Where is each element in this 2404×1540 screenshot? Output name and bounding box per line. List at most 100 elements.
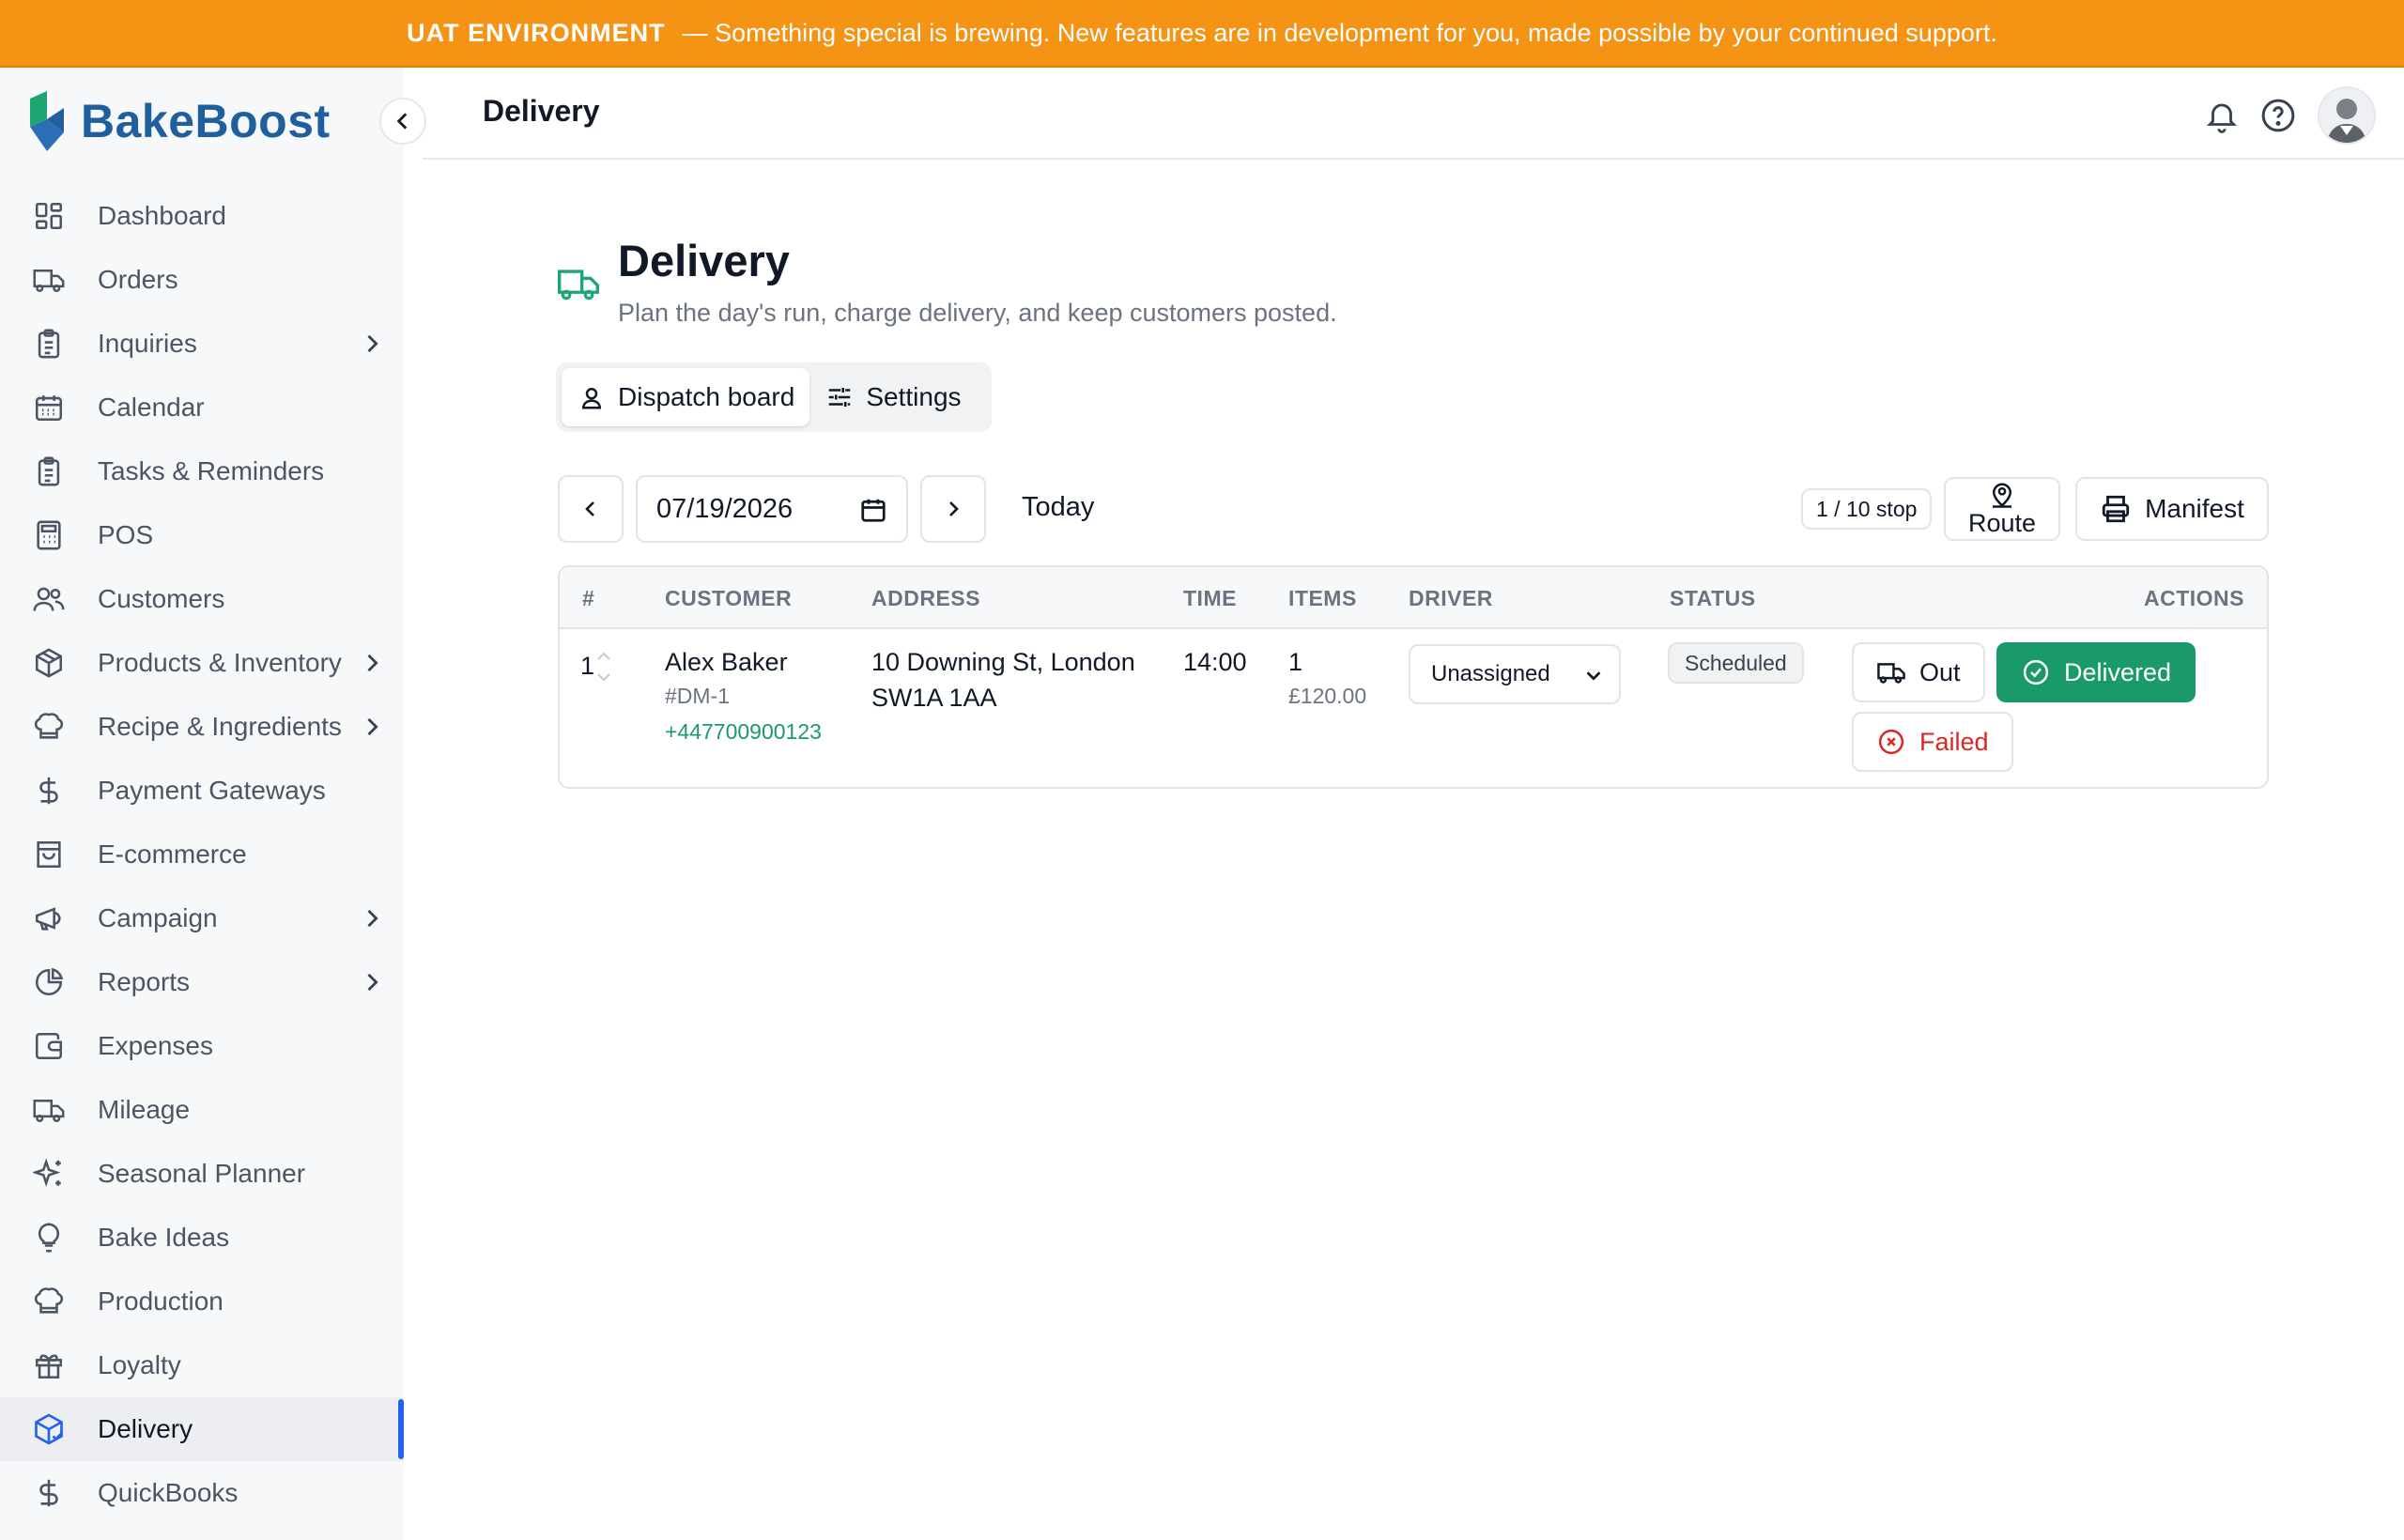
previous-day-button[interactable] (558, 475, 624, 543)
sidebar-item-label: Tasks & Reminders (98, 456, 325, 485)
sidebar-item-expenses[interactable]: Expenses (0, 1014, 404, 1078)
sidebar-item-calendar[interactable]: Calendar (0, 376, 404, 439)
user-avatar-icon (2319, 88, 2374, 143)
delivered-label: Delivered (2064, 657, 2172, 686)
driver-select[interactable]: Unassigned (1409, 644, 1621, 704)
sidebar-item-bake-ideas[interactable]: Bake Ideas (0, 1206, 404, 1270)
sidebar-item-e-commerce[interactable]: E-commerce (0, 823, 404, 886)
column-header-status[interactable]: STATUS (1670, 586, 1756, 611)
column-header-address[interactable]: ADDRESS (871, 586, 980, 611)
sidebar-item-delivery[interactable]: Delivery (0, 1397, 404, 1461)
route-button[interactable]: Route (1944, 477, 2060, 541)
sidebar-item-label: Production (98, 1286, 223, 1316)
sidebar-item-production[interactable]: Production (0, 1270, 404, 1333)
calendar-icon[interactable] (859, 496, 887, 524)
user-avatar[interactable] (2318, 86, 2376, 145)
header-title: Delivery (483, 94, 600, 128)
bakeboost-logo-icon (30, 91, 64, 151)
sidebar-item-inquiries[interactable]: Inquiries (0, 312, 404, 376)
printer-icon (2102, 495, 2130, 523)
gift-icon (30, 1347, 68, 1384)
sidebar-item-label: Recipe & Ingredients (98, 712, 342, 741)
sidebar-item-label: Products & Inventory (98, 648, 342, 677)
clipboard-icon (30, 325, 68, 362)
chevron-left-icon (585, 501, 594, 516)
chef-hat-icon (30, 1283, 68, 1320)
sidebar-item-products-inventory[interactable]: Products & Inventory (0, 631, 404, 695)
sidebar-item-reports[interactable]: Reports (0, 950, 404, 1014)
column-header-actions: ACTIONS (2144, 586, 2244, 610)
x-circle-icon (1876, 727, 1906, 757)
bell-icon[interactable] (2201, 95, 2242, 136)
sidebar-item-quickbooks[interactable]: QuickBooks (0, 1461, 404, 1525)
today-button[interactable]: Today (1022, 492, 1094, 523)
sidebar-item-pos[interactable]: POS (0, 503, 404, 567)
view-tabs: Dispatch board Settings (556, 362, 992, 432)
column-header-time[interactable]: TIME (1183, 586, 1237, 611)
date-input[interactable]: 07/19/2026 (636, 475, 908, 543)
chevron-right-icon (367, 654, 378, 672)
dollar-icon (30, 772, 68, 809)
sidebar-item-orders[interactable]: Orders (0, 248, 404, 312)
map-pin-user-icon (1992, 483, 2012, 508)
header-actions (2186, 86, 2376, 145)
chevron-right-icon (367, 334, 378, 353)
column-header-driver[interactable]: DRIVER (1409, 586, 1493, 611)
brand-name: BakeBoost (81, 95, 331, 147)
status-badge: Scheduled (1668, 642, 1804, 684)
sidebar-item-recipe-ingredients[interactable]: Recipe & Ingredients (0, 695, 404, 759)
sidebar-collapse-button[interactable] (379, 98, 426, 145)
dollar-icon (30, 1474, 68, 1512)
next-day-button[interactable] (920, 475, 986, 543)
mark-failed-button[interactable]: Failed (1852, 712, 2013, 772)
box-icon (30, 644, 68, 682)
sidebar-item-label: Customers (98, 584, 225, 613)
column-header-index[interactable]: # (582, 586, 594, 611)
tab-dispatch-board[interactable]: Dispatch board (562, 368, 810, 426)
customer-name[interactable]: Alex Baker (665, 648, 788, 677)
sidebar-item-customers[interactable]: Customers (0, 567, 404, 631)
sidebar-item-dashboard[interactable]: Dashboard (0, 184, 404, 248)
brand-logo[interactable]: BakeBoost (26, 88, 331, 154)
mark-delivered-button[interactable]: Delivered (1996, 642, 2196, 702)
mark-out-button[interactable]: Out (1852, 642, 1985, 702)
chevron-right-icon (949, 501, 959, 516)
chevron-right-icon (367, 717, 378, 736)
sidebar-item-loyalty[interactable]: Loyalty (0, 1333, 404, 1397)
check-circle-icon (2021, 657, 2051, 687)
date-value: 07/19/2026 (656, 493, 794, 524)
top-header: Delivery (423, 68, 2404, 160)
route-label: Route (1967, 509, 2037, 537)
order-amount: £120.00 (1288, 684, 1367, 708)
help-icon[interactable] (2258, 95, 2299, 136)
reorder-arrows-icon[interactable] (595, 648, 612, 685)
sidebar-item-campaign[interactable]: Campaign (0, 886, 404, 950)
calendar-icon (30, 389, 68, 426)
tab-settings[interactable]: Settings (809, 368, 976, 426)
sidebar: BakeBoost Dashboard Orders Inquiries Cal… (0, 68, 404, 1540)
sidebar-item-seasonal-planner[interactable]: Seasonal Planner (0, 1142, 404, 1206)
environment-label: UAT ENVIRONMENT (407, 18, 666, 47)
manifest-button[interactable]: Manifest (2075, 477, 2269, 541)
sidebar-item-label: Loyalty (98, 1350, 181, 1379)
chevron-left-icon (396, 113, 408, 130)
manifest-label: Manifest (2145, 494, 2244, 523)
stop-count-badge: 1 / 10 stop (1801, 488, 1933, 530)
sidebar-item-label: Seasonal Planner (98, 1159, 306, 1188)
shopping-bag-icon (30, 836, 68, 873)
sidebar-item-label: QuickBooks (98, 1478, 239, 1507)
sidebar-item-label: Mileage (98, 1095, 191, 1124)
megaphone-icon (30, 900, 68, 937)
customer-phone[interactable]: +447700900123 (665, 719, 822, 745)
lightbulb-icon (30, 1219, 68, 1256)
sidebar-item-payment-gateways[interactable]: Payment Gateways (0, 759, 404, 823)
column-header-items[interactable]: ITEMS (1288, 586, 1357, 611)
pie-chart-icon (30, 963, 68, 1001)
sidebar-item-mileage[interactable]: Mileage (0, 1078, 404, 1142)
sidebar-item-label: Dashboard (98, 201, 226, 230)
sidebar-item-label: Expenses (98, 1031, 213, 1060)
sidebar-item-tasks-reminders[interactable]: Tasks & Reminders (0, 439, 404, 503)
sidebar-item-label: Payment Gateways (98, 776, 326, 805)
truck-icon (30, 1091, 68, 1129)
column-header-customer[interactable]: CUSTOMER (665, 586, 792, 611)
